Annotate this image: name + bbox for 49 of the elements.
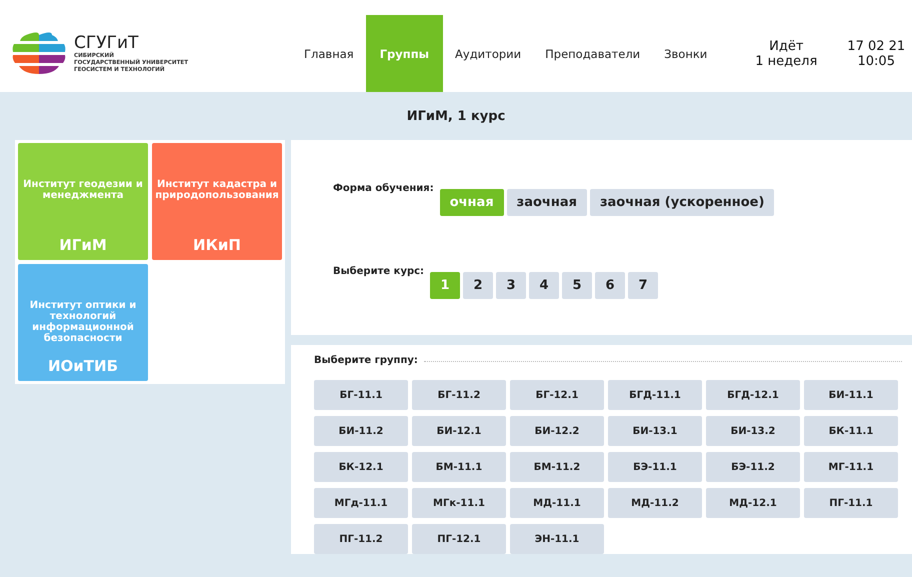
study-form-label: Форма обучения: xyxy=(333,183,434,194)
course-option[interactable]: 6 xyxy=(595,272,626,299)
group-button[interactable]: БК-12.1 xyxy=(314,452,408,482)
group-button[interactable]: МГд-11.1 xyxy=(314,488,408,518)
logo-name: СГУГиТ xyxy=(74,33,140,53)
course-option[interactable]: 4 xyxy=(529,272,560,299)
group-button[interactable]: БК-11.1 xyxy=(804,416,898,446)
study-form-option[interactable]: заочная xyxy=(506,189,587,216)
group-button[interactable]: ПГ-12.1 xyxy=(412,524,506,554)
group-button[interactable]: БГД-12.1 xyxy=(706,380,800,410)
group-button[interactable]: МГк-11.1 xyxy=(412,488,506,518)
group-button[interactable]: МД-11.2 xyxy=(608,488,702,518)
group-button[interactable]: ПГ-11.1 xyxy=(804,488,898,518)
course-option[interactable]: 2 xyxy=(463,272,494,299)
group-button[interactable]: БИ-12.1 xyxy=(412,416,506,446)
group-button[interactable]: БИ-12.2 xyxy=(510,416,604,446)
groups-label: Выберите группу: xyxy=(314,355,418,366)
group-button[interactable]: БГД-11.1 xyxy=(608,380,702,410)
group-button[interactable]: БИ-13.2 xyxy=(706,416,800,446)
page-title: ИГиМ, 1 курс xyxy=(406,108,506,126)
group-button[interactable]: БГ-11.2 xyxy=(412,380,506,410)
group-button[interactable]: ПГ-11.2 xyxy=(314,524,408,554)
nav-tab[interactable]: Аудитории xyxy=(443,15,534,92)
week-text: Идёт xyxy=(769,38,804,54)
group-button[interactable]: БИ-13.1 xyxy=(608,416,702,446)
group-button[interactable]: БЭ-11.1 xyxy=(608,452,702,482)
group-button[interactable]: МД-12.1 xyxy=(706,488,800,518)
group-button[interactable]: БЭ-11.2 xyxy=(706,452,800,482)
group-button[interactable]: ЭН-11.1 xyxy=(510,524,604,554)
course-option[interactable]: 5 xyxy=(562,272,592,299)
group-button[interactable]: МГ-11.1 xyxy=(804,452,898,482)
group-button[interactable]: БГ-12.1 xyxy=(510,380,604,410)
nav-tab[interactable]: Главная xyxy=(292,15,366,92)
course-option[interactable]: 7 xyxy=(628,272,658,299)
group-button[interactable]: МД-11.1 xyxy=(510,488,604,518)
group-button[interactable]: БГ-11.1 xyxy=(314,380,408,410)
nav-tab[interactable]: Преподаватели xyxy=(533,15,652,92)
course-option[interactable]: 3 xyxy=(496,272,526,299)
group-button[interactable]: БИ-11.2 xyxy=(314,416,408,446)
datetime-text: 10:05 xyxy=(858,54,895,68)
group-button[interactable]: БМ-11.1 xyxy=(412,452,506,482)
group-button[interactable]: БИ-11.1 xyxy=(804,380,898,410)
nav-tab[interactable]: Звонки xyxy=(652,15,720,92)
week-text: 1 неделя xyxy=(755,54,818,68)
logo-globe-icon xyxy=(12,32,66,76)
study-form-option[interactable]: заочная (ускоренное) xyxy=(590,189,774,216)
group-button[interactable]: БМ-11.2 xyxy=(510,452,604,482)
course-label: Выберите курс: xyxy=(333,266,424,277)
datetime-text: 17 02 21 xyxy=(847,38,906,54)
